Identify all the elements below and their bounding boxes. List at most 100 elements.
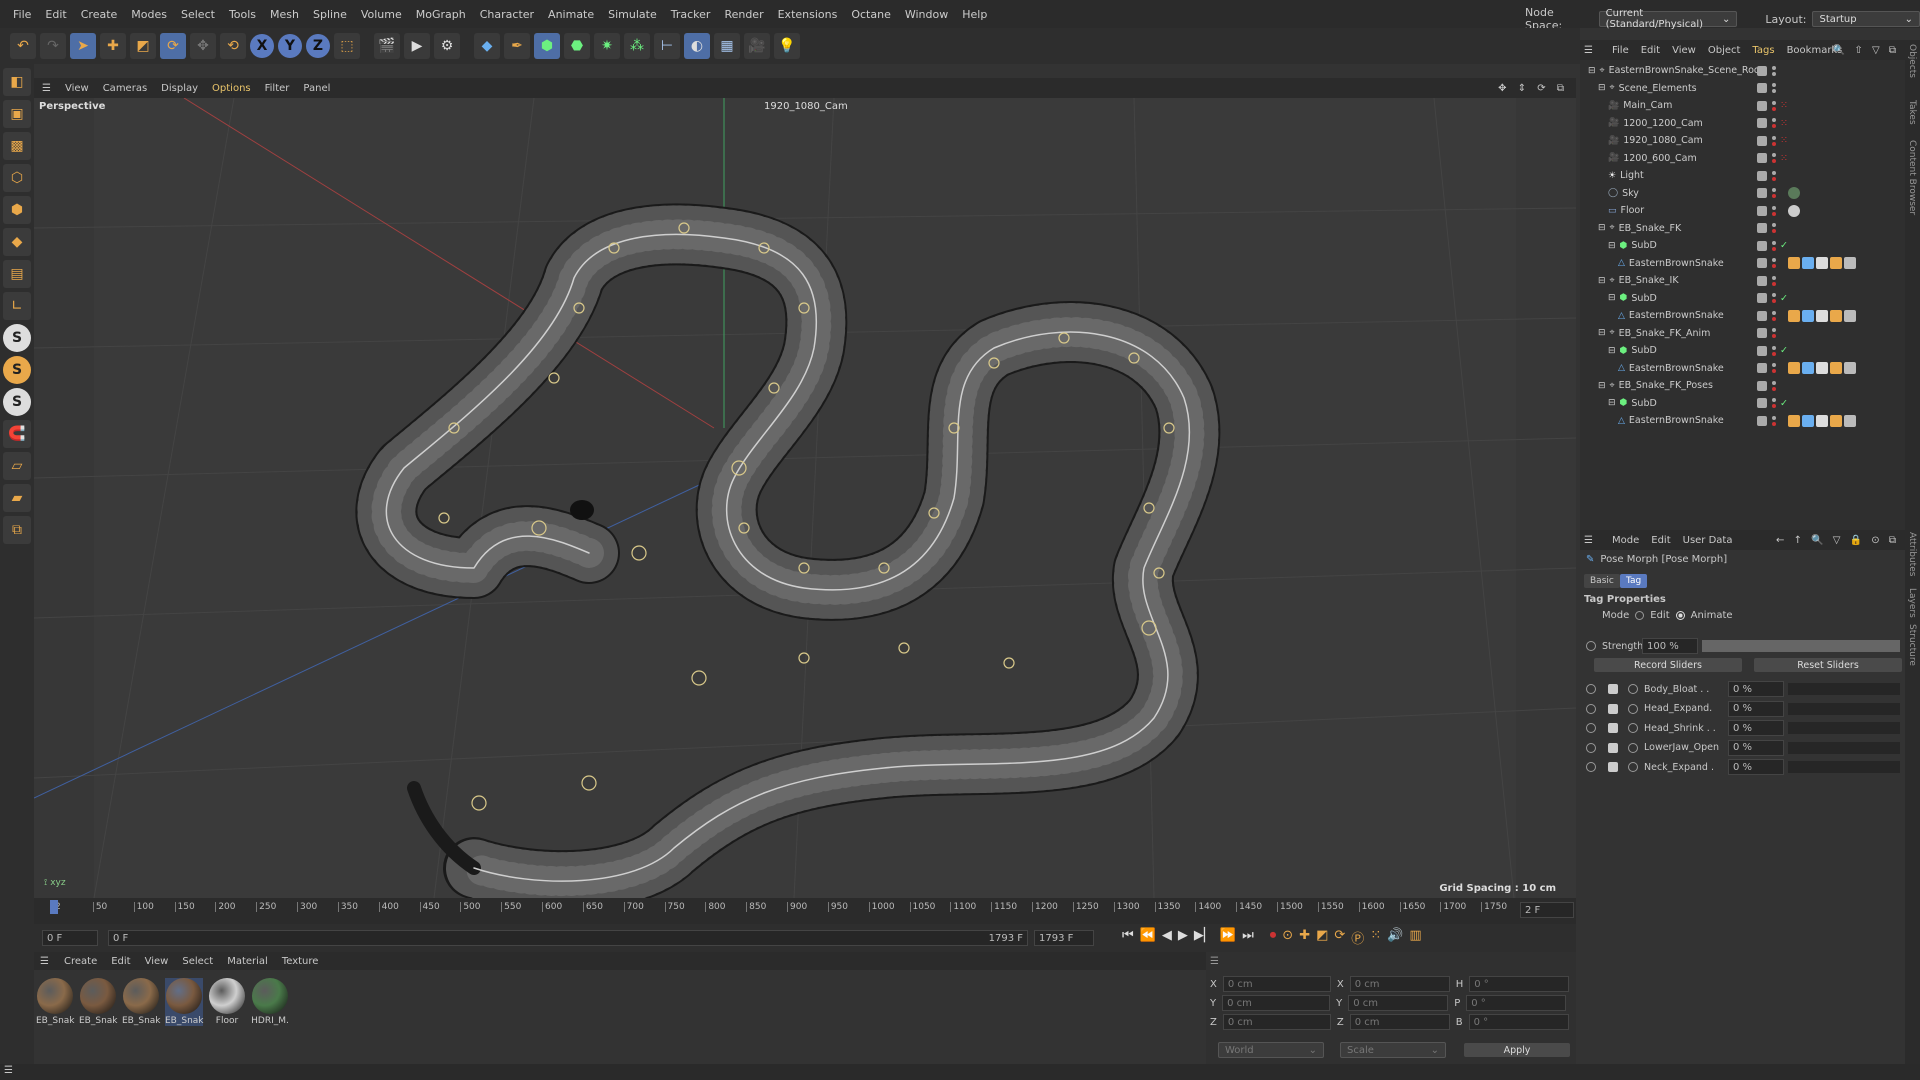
search-icon[interactable]: 🔍 ⇧ ▽ ⧉ <box>1833 45 1899 56</box>
menu-modes[interactable]: Modes <box>124 8 174 21</box>
enabled-check-icon[interactable]: ✓ <box>1780 345 1788 356</box>
live-selection-button[interactable]: ⟲ <box>220 33 246 59</box>
key-rotation-icon[interactable]: ⟳ <box>1334 928 1345 947</box>
enable-checkbox[interactable] <box>1608 742 1618 753</box>
objects-menu-view[interactable]: View <box>1672 45 1696 56</box>
visibility-checkbox[interactable] <box>1757 328 1767 338</box>
subdivision-button[interactable]: ⬢ <box>534 33 560 59</box>
pen-button[interactable]: ✒ <box>504 33 530 59</box>
material-tag-icon[interactable] <box>1788 204 1800 217</box>
morph-value-field[interactable]: 0 % <box>1728 759 1784 775</box>
render-region-button[interactable]: 🎬 <box>374 33 400 59</box>
visibility-dots[interactable] <box>1772 380 1776 391</box>
x-axis-button[interactable]: X <box>250 34 274 58</box>
hamburger-icon[interactable]: ☰ <box>1584 45 1593 56</box>
visibility-checkbox[interactable] <box>1757 398 1767 408</box>
tag-icon[interactable] <box>1788 309 1800 322</box>
object-row[interactable]: ⊟ ⬢ SubD ✓ <box>1580 237 1905 254</box>
undo-button[interactable]: ↶ <box>10 33 36 59</box>
rotate-tool-button[interactable]: ⟳ <box>160 33 186 59</box>
camera-button[interactable]: 🎥 <box>744 33 770 59</box>
object-row[interactable]: △ EasternBrownSnake <box>1580 255 1905 272</box>
object-row[interactable]: △ EasternBrownSnake <box>1580 360 1905 377</box>
visibility-dots[interactable] <box>1772 275 1776 286</box>
collapse-icon[interactable]: ⊟ <box>1598 381 1606 391</box>
visibility-checkbox[interactable] <box>1757 118 1767 128</box>
mode-animate-radio[interactable] <box>1675 611 1685 620</box>
menu-file[interactable]: File <box>6 8 38 21</box>
attr-menu-edit[interactable]: Edit <box>1651 535 1670 546</box>
prev-key-icon[interactable]: ⏪ <box>1140 928 1156 947</box>
field-button[interactable]: ◐ <box>684 33 710 59</box>
mograph-button[interactable]: ✷ <box>594 33 620 59</box>
snap-s-button-3[interactable]: S <box>3 388 31 416</box>
visibility-checkbox[interactable] <box>1757 100 1767 111</box>
morph-value-field[interactable]: 0 % <box>1728 681 1784 697</box>
key-param-icon[interactable]: Ⓟ <box>1351 928 1364 947</box>
animate-dot-icon[interactable] <box>1586 703 1596 714</box>
points-mode-button[interactable]: ⬡ <box>3 164 31 192</box>
key-pla-icon[interactable]: ⁙ <box>1370 928 1381 947</box>
polygons-mode-button[interactable]: ◆ <box>3 228 31 256</box>
key-dot-icon[interactable] <box>1628 684 1638 694</box>
key-position-icon[interactable]: ✚ <box>1299 928 1310 947</box>
visibility-dots[interactable] <box>1772 170 1776 181</box>
objects-menu-tags[interactable]: Tags <box>1752 45 1774 56</box>
attr-menu-mode[interactable]: Mode <box>1612 535 1639 546</box>
visibility-dots[interactable] <box>1772 363 1776 373</box>
tag-icon[interactable] <box>1816 362 1828 374</box>
side-tab-layers[interactable]: Layers <box>1907 588 1917 618</box>
move-tool-button[interactable]: ✚ <box>100 33 126 59</box>
coord-space-dropdown[interactable]: World ⌄ <box>1218 1042 1324 1058</box>
tag-icon[interactable] <box>1802 257 1814 269</box>
select-tool-button[interactable]: ➤ <box>70 33 96 59</box>
object-row[interactable]: ⊟ ⌖ EasternBrownSnake_Scene_Root <box>1580 62 1905 79</box>
visibility-dots[interactable] <box>1772 188 1776 198</box>
scale-tool-button[interactable]: ◩ <box>130 33 156 59</box>
tag-icon[interactable] <box>1830 362 1842 374</box>
menu-extensions[interactable]: Extensions <box>771 8 845 21</box>
menu-mesh[interactable]: Mesh <box>263 8 306 21</box>
material-swatch[interactable]: Floor <box>208 978 246 1026</box>
snap-s-button-2[interactable]: S <box>3 356 31 384</box>
enable-checkbox[interactable] <box>1608 723 1618 733</box>
layout-dropdown[interactable]: Startup ⌄ <box>1812 11 1920 27</box>
rotation-h-field[interactable]: 0 ° <box>1469 976 1570 992</box>
visibility-checkbox[interactable] <box>1757 153 1767 163</box>
object-row[interactable]: ☀ Light <box>1580 167 1905 184</box>
key-dot-icon[interactable] <box>1628 742 1638 753</box>
menu-character[interactable]: Character <box>473 8 541 21</box>
visibility-checkbox[interactable] <box>1757 205 1767 216</box>
morph-value-field[interactable]: 0 % <box>1728 739 1784 756</box>
viewport-menu-view[interactable]: View <box>65 83 89 94</box>
collapse-icon[interactable]: ⊟ <box>1608 241 1616 251</box>
edges-mode-button[interactable]: ⬢ <box>3 196 31 224</box>
visibility-checkbox[interactable] <box>1757 363 1767 373</box>
enabled-check-icon[interactable]: ✓ <box>1780 293 1788 304</box>
material-menu-texture[interactable]: Texture <box>282 956 319 967</box>
objects-menu-edit[interactable]: Edit <box>1641 45 1660 56</box>
visibility-checkbox[interactable] <box>1757 258 1767 268</box>
frame-range-slider[interactable]: 0 F 1793 F <box>108 930 1028 946</box>
objects-menu-file[interactable]: File <box>1612 45 1629 56</box>
step-back-icon[interactable]: ◀ <box>1162 928 1172 947</box>
menu-mograph[interactable]: MoGraph <box>409 8 473 21</box>
menu-tools[interactable]: Tools <box>222 8 263 21</box>
position-x-field[interactable]: 0 cm <box>1222 976 1331 992</box>
side-tab-content-browser[interactable]: Content Browser <box>1907 140 1917 215</box>
record-sliders-button[interactable]: Record Sliders <box>1594 658 1742 672</box>
morph-slider[interactable] <box>1788 741 1900 754</box>
menu-select[interactable]: Select <box>174 8 222 21</box>
enable-checkbox[interactable] <box>1608 762 1618 772</box>
workplane-button[interactable]: ▱ <box>3 452 31 480</box>
visibility-dots[interactable] <box>1772 223 1776 233</box>
visibility-checkbox[interactable] <box>1757 135 1767 146</box>
visibility-checkbox[interactable] <box>1757 188 1767 198</box>
key-scale-icon[interactable]: ◩ <box>1316 928 1328 947</box>
reset-sliders-button[interactable]: Reset Sliders <box>1754 658 1902 672</box>
visibility-dots[interactable] <box>1772 118 1776 128</box>
morph-slider[interactable] <box>1788 702 1900 715</box>
material-menu-material[interactable]: Material <box>227 956 268 967</box>
model-mode-button[interactable]: ◧ <box>3 68 31 96</box>
material-menu-select[interactable]: Select <box>182 956 213 967</box>
